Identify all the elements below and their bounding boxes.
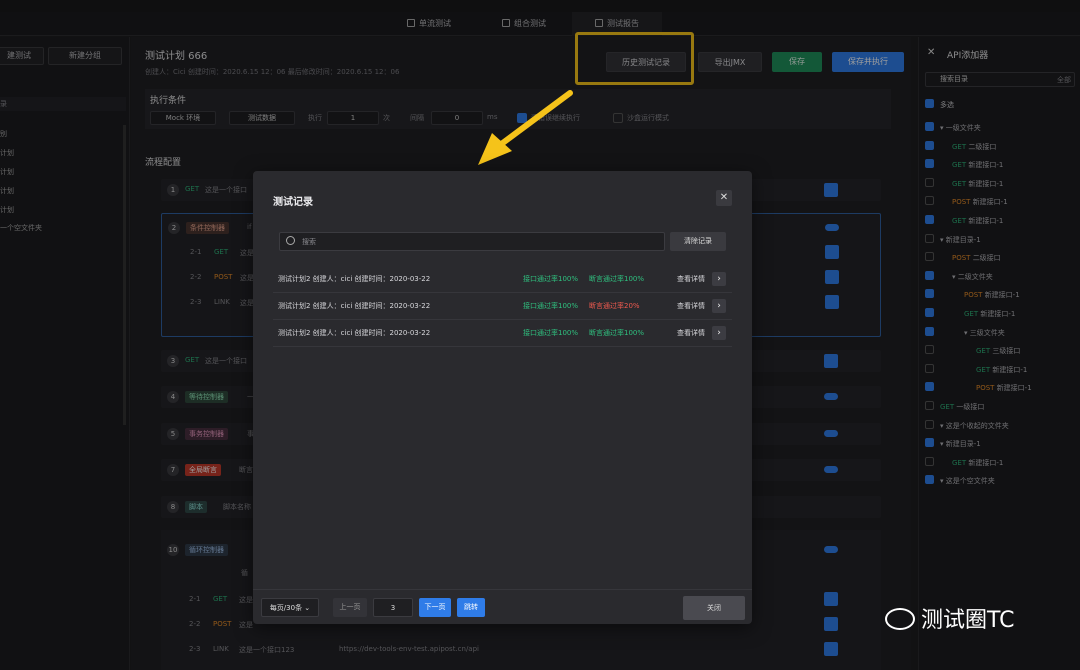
watermark: 测试圈TC xyxy=(885,602,1015,634)
annotation-arrow xyxy=(478,90,573,165)
record-row: 测试计划2 创建人：cici 创建时间：2020-03-22 接口通过率100%… xyxy=(273,266,732,293)
record-row: 测试计划2 创建人：cici 创建时间：2020-03-22 接口通过率100%… xyxy=(273,293,732,320)
record-row: 测试计划2 创建人：cici 创建时间：2020-03-22 接口通过率100%… xyxy=(273,320,732,347)
search-icon xyxy=(286,236,295,245)
prev-page-button[interactable]: 上一页 xyxy=(333,598,367,617)
view-details-link[interactable]: 查看详情 xyxy=(677,293,705,320)
chevron-right-icon[interactable]: › xyxy=(712,272,726,286)
page-input[interactable]: 3 xyxy=(373,598,413,617)
clear-records-button[interactable]: 清除记录 xyxy=(670,232,726,251)
records-search-input[interactable]: 搜索 xyxy=(279,232,665,251)
next-page-button[interactable]: 下一页 xyxy=(419,598,451,617)
modal-title: 测试记录 xyxy=(273,197,313,208)
chevron-right-icon[interactable]: › xyxy=(712,326,726,340)
chevron-right-icon[interactable]: › xyxy=(712,299,726,313)
test-records-modal: 测试记录 ✕ 搜索 清除记录 测试计划2 创建人：cici 创建时间：2020-… xyxy=(253,171,752,624)
modal-footer: 每页/30条 ⌄ 上一页 3 下一页 跳转 关闭 xyxy=(253,589,752,624)
page-size-select[interactable]: 每页/30条 ⌄ xyxy=(261,598,319,617)
close-button[interactable]: 关闭 xyxy=(683,596,745,620)
view-details-link[interactable]: 查看详情 xyxy=(677,266,705,293)
close-icon[interactable]: ✕ xyxy=(716,190,732,206)
jump-button[interactable]: 跳转 xyxy=(457,598,485,617)
view-details-link[interactable]: 查看详情 xyxy=(677,320,705,347)
wechat-icon xyxy=(885,608,915,630)
